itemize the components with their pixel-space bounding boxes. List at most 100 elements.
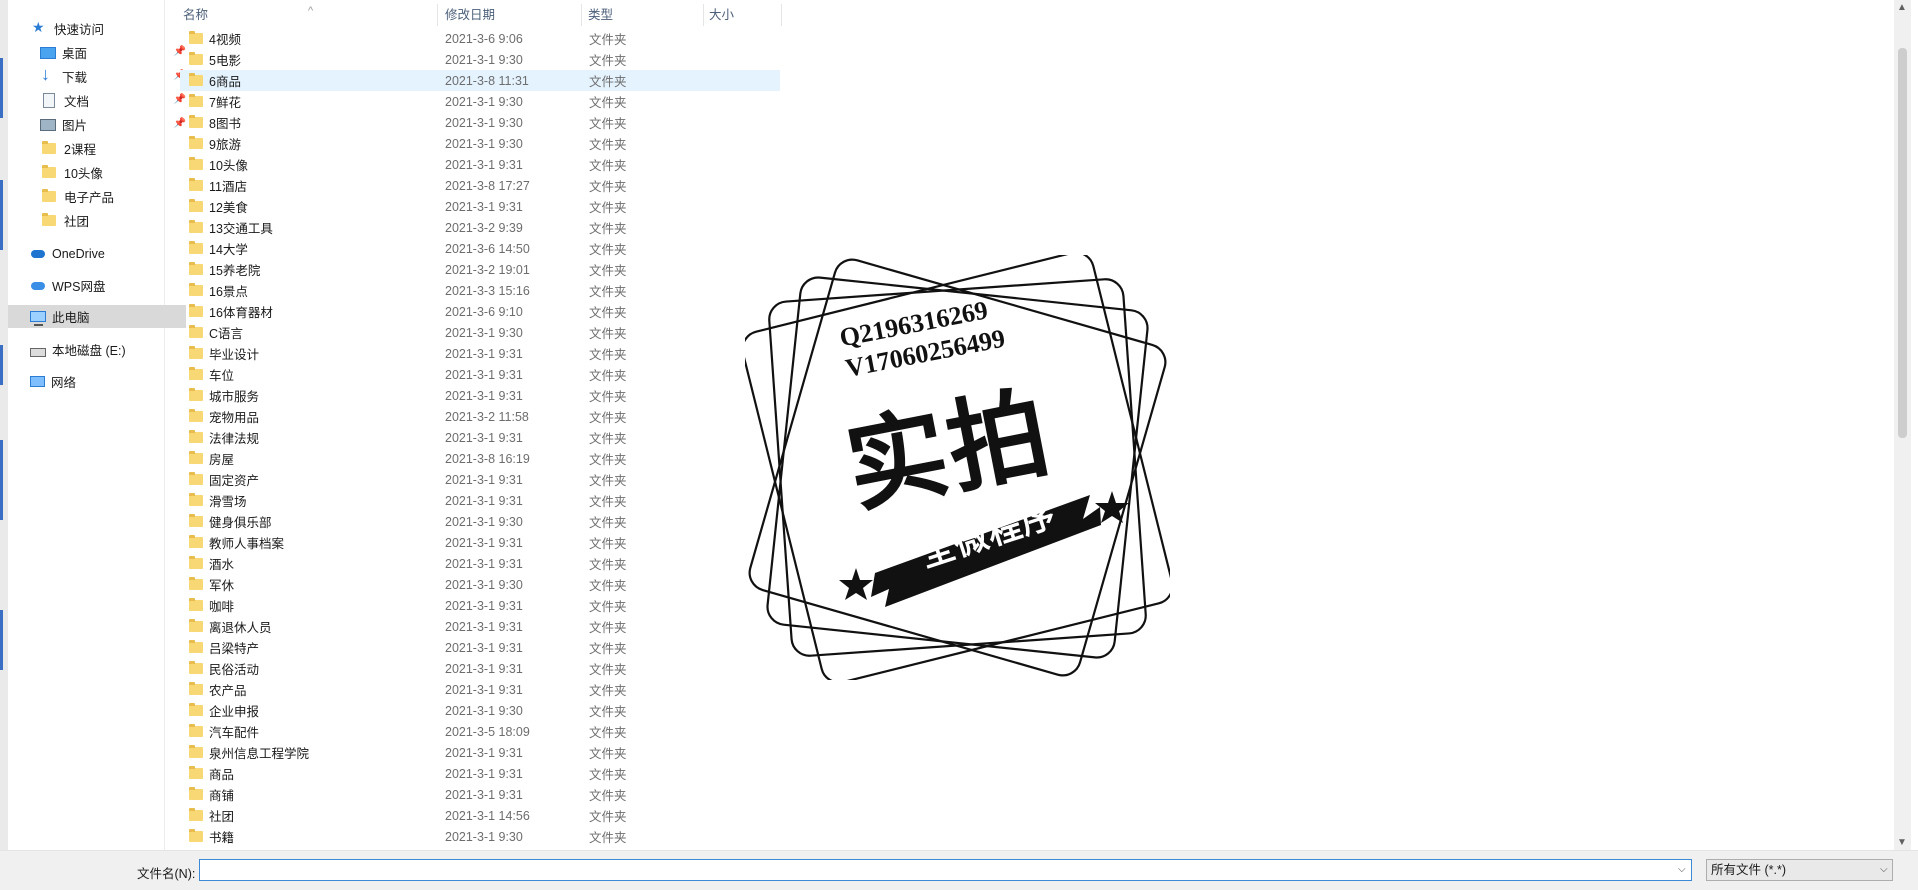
folder-icon xyxy=(189,220,203,233)
scroll-down-arrow-icon[interactable]: ▼ xyxy=(1897,837,1907,848)
file-row[interactable]: 吕梁特产 2021-3-1 9:31 文件夹 xyxy=(180,637,780,658)
file-row[interactable]: 12美食 2021-3-1 9:31 文件夹 xyxy=(180,196,780,217)
file-row[interactable]: 民俗活动 2021-3-1 9:31 文件夹 xyxy=(180,658,780,679)
column-divider[interactable] xyxy=(581,4,582,26)
nav-item-10头像[interactable]: 10头像 xyxy=(8,161,196,184)
nav-item-社团[interactable]: 社团 xyxy=(8,209,196,232)
file-name: 军休 xyxy=(209,579,235,593)
column-header-date[interactable]: 修改日期 xyxy=(445,5,575,25)
file-row[interactable]: 商铺 2021-3-1 9:31 文件夹 xyxy=(180,784,780,805)
file-row[interactable]: 16景点 2021-3-3 15:16 文件夹 xyxy=(180,280,780,301)
file-row[interactable]: 健身俱乐部 2021-3-1 9:30 文件夹 xyxy=(180,511,780,532)
file-type: 文件夹 xyxy=(589,138,627,152)
file-modified-date: 2021-3-1 9:31 xyxy=(445,430,523,445)
file-row[interactable]: 商品 2021-3-1 9:31 文件夹 xyxy=(180,763,780,784)
column-divider[interactable] xyxy=(781,4,782,26)
nav-item-下载[interactable]: 下载📌 xyxy=(8,64,196,88)
file-type: 文件夹 xyxy=(589,600,627,614)
file-type: 文件夹 xyxy=(589,75,627,89)
nav-item-label: 快速访问 xyxy=(54,23,105,37)
nav-wps-drive[interactable]: WPS网盘 xyxy=(8,274,186,297)
file-row[interactable]: 社团 2021-3-1 14:56 文件夹 xyxy=(180,805,780,826)
file-row[interactable]: 16体育器材 2021-3-6 9:10 文件夹 xyxy=(180,301,780,322)
file-name: 企业申报 xyxy=(209,705,260,719)
file-row[interactable]: 房屋 2021-3-8 16:19 文件夹 xyxy=(180,448,780,469)
file-row[interactable]: 离退休人员 2021-3-1 9:31 文件夹 xyxy=(180,616,780,637)
file-row[interactable]: 13交通工具 2021-3-2 9:39 文件夹 xyxy=(180,217,780,238)
file-row[interactable]: 咖啡 2021-3-1 9:31 文件夹 xyxy=(180,595,780,616)
file-row[interactable]: 泉州信息工程学院 2021-3-1 9:31 文件夹 xyxy=(180,742,780,763)
nav-item-图片[interactable]: 图片 📌 xyxy=(8,113,196,136)
column-divider[interactable] xyxy=(437,4,438,26)
filetype-select[interactable]: 所有文件 (*.*) xyxy=(1706,859,1893,881)
file-row[interactable]: 酒水 2021-3-1 9:31 文件夹 xyxy=(180,553,780,574)
file-row[interactable]: 城市服务 2021-3-1 9:31 文件夹 xyxy=(180,385,780,406)
file-modified-date: 2021-3-1 9:31 xyxy=(445,367,523,382)
folder-icon xyxy=(189,724,203,737)
file-row[interactable]: 9旅游 2021-3-1 9:30 文件夹 xyxy=(180,133,780,154)
file-row[interactable]: 10头像 2021-3-1 9:31 文件夹 xyxy=(180,154,780,175)
folder-icon xyxy=(189,346,203,359)
file-name: 滑雪场 xyxy=(209,495,247,509)
nav-item-桌面[interactable]: 桌面 📌 xyxy=(8,41,196,64)
file-type: 文件夹 xyxy=(589,390,627,404)
file-name: 商品 xyxy=(209,768,235,782)
file-row[interactable]: 法律法规 2021-3-1 9:31 文件夹 xyxy=(180,427,780,448)
file-row[interactable]: 6商品 2021-3-8 11:31 文件夹 xyxy=(180,70,780,91)
file-modified-date: 2021-3-1 9:31 xyxy=(445,346,523,361)
desktop-icon xyxy=(40,46,56,59)
scroll-up-arrow-icon[interactable]: ▲ xyxy=(1897,2,1907,13)
file-row[interactable]: 11酒店 2021-3-8 17:27 文件夹 xyxy=(180,175,780,196)
file-row[interactable]: C语言 2021-3-1 9:30 文件夹 xyxy=(180,322,780,343)
file-modified-date: 2021-3-2 11:58 xyxy=(445,409,529,424)
file-row[interactable]: 固定资产 2021-3-1 9:31 文件夹 xyxy=(180,469,780,490)
vertical-scrollbar[interactable]: ▲ ▼ xyxy=(1894,0,1911,850)
file-row[interactable]: 企业申报 2021-3-1 9:30 文件夹 xyxy=(180,700,780,721)
file-row[interactable]: 书籍 2021-3-1 9:30 文件夹 xyxy=(180,826,780,847)
nav-item-2课程[interactable]: 2课程 xyxy=(8,137,196,160)
column-header-name[interactable]: ^ 名称 xyxy=(183,5,431,25)
nav-local-disk[interactable]: 本地磁盘 (E:) xyxy=(8,338,186,361)
column-header-type[interactable]: 类型 xyxy=(588,5,688,25)
nav-item-label: 桌面 xyxy=(62,47,88,61)
file-type: 文件夹 xyxy=(589,474,627,488)
file-row[interactable]: 汽车配件 2021-3-5 18:09 文件夹 xyxy=(180,721,780,742)
folder-icon xyxy=(189,703,203,716)
file-row[interactable]: 教师人事档案 2021-3-1 9:31 文件夹 xyxy=(180,532,780,553)
chevron-down-icon[interactable]: ⌵ xyxy=(1678,864,1686,875)
folder-icon xyxy=(189,787,203,800)
nav-this-pc[interactable]: 此电脑 xyxy=(8,305,186,328)
file-row[interactable]: 毕业设计 2021-3-1 9:31 文件夹 xyxy=(180,343,780,364)
file-type: 文件夹 xyxy=(589,453,627,467)
file-modified-date: 2021-3-8 11:31 xyxy=(445,73,529,88)
file-row[interactable]: 军休 2021-3-1 9:30 文件夹 xyxy=(180,574,780,595)
nav-item-label: 网络 xyxy=(51,376,77,390)
file-row[interactable]: 14大学 2021-3-6 14:50 文件夹 xyxy=(180,238,780,259)
file-row[interactable]: 8图书 2021-3-1 9:30 文件夹 xyxy=(180,112,780,133)
file-name: 酒水 xyxy=(209,558,235,572)
file-row[interactable]: 5电影 2021-3-1 9:30 文件夹 xyxy=(180,49,780,70)
column-divider[interactable] xyxy=(703,4,704,26)
nav-network[interactable]: 网络 xyxy=(8,370,186,393)
nav-item-电子产品[interactable]: 电子产品 xyxy=(8,185,196,208)
file-row[interactable]: 15养老院 2021-3-2 19:01 文件夹 xyxy=(180,259,780,280)
file-modified-date: 2021-3-1 9:30 xyxy=(445,325,523,340)
filename-input[interactable] xyxy=(199,859,1692,881)
file-type: 文件夹 xyxy=(589,96,627,110)
file-modified-date: 2021-3-1 14:56 xyxy=(445,808,530,823)
file-row[interactable]: 农产品 2021-3-1 9:31 文件夹 xyxy=(180,679,780,700)
folder-icon xyxy=(189,31,203,44)
file-row[interactable]: 车位 2021-3-1 9:31 文件夹 xyxy=(180,364,780,385)
file-name: 民俗活动 xyxy=(209,663,260,677)
chevron-down-icon[interactable]: ⌵ xyxy=(1880,864,1888,875)
nav-quick-access[interactable]: 快速访问 xyxy=(8,17,188,40)
file-row[interactable]: 滑雪场 2021-3-1 9:31 文件夹 xyxy=(180,490,780,511)
file-row[interactable]: 4视频 2021-3-6 9:06 文件夹 xyxy=(180,28,780,49)
scrollbar-thumb[interactable] xyxy=(1898,48,1907,438)
nav-onedrive[interactable]: OneDrive xyxy=(8,242,186,265)
nav-item-文档[interactable]: 文档 📌 xyxy=(8,89,196,112)
file-row[interactable]: 7鲜花 2021-3-1 9:30 文件夹 xyxy=(180,91,780,112)
column-header-size[interactable]: 大小 xyxy=(709,5,789,25)
file-row[interactable]: 宠物用品 2021-3-2 11:58 文件夹 xyxy=(180,406,780,427)
folder-icon xyxy=(189,745,203,758)
